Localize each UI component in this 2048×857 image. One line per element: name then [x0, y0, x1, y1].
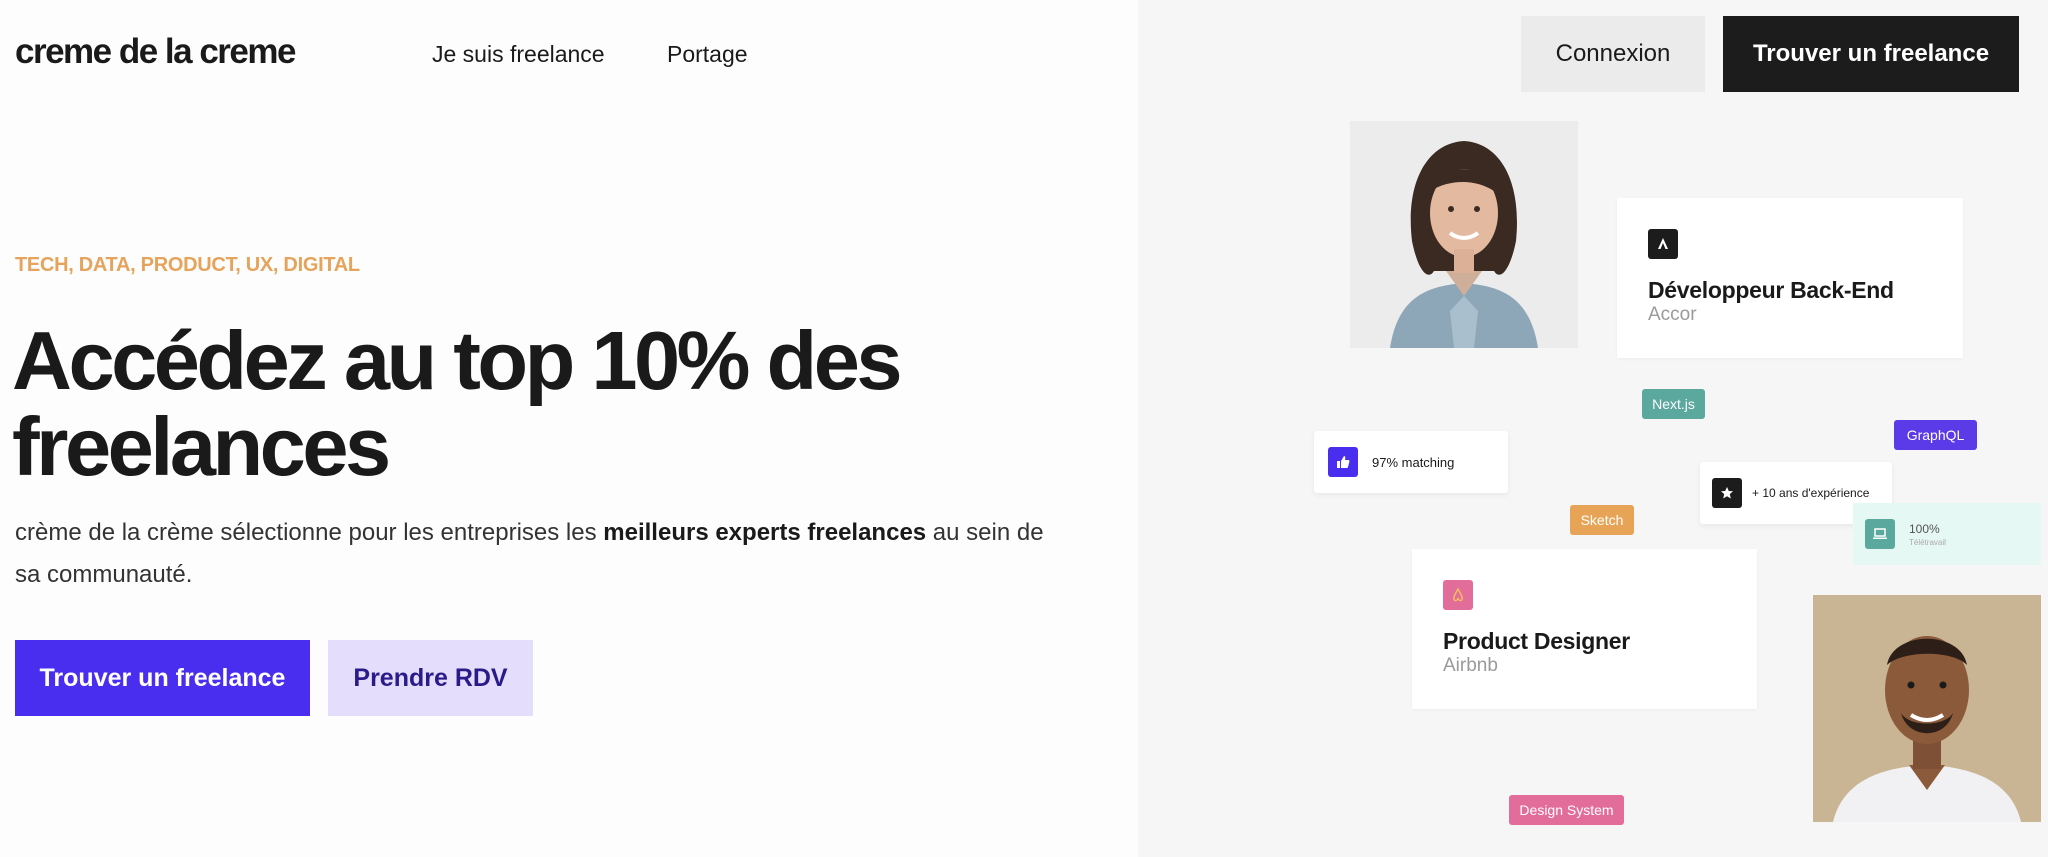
star-icon: [1712, 478, 1742, 508]
tag-nextjs: Next.js: [1642, 389, 1705, 419]
hero-headline-line2: freelances: [12, 400, 391, 493]
remote-badge-label: Télétravail: [1909, 537, 1946, 547]
nav-portage-link[interactable]: Portage: [667, 41, 748, 68]
job-card-designer: Product Designer Airbnb: [1412, 549, 1757, 709]
job-card-backend-company: Accor: [1648, 304, 1697, 325]
tag-design-system: Design System: [1509, 795, 1624, 825]
matching-badge-text: 97% matching: [1372, 454, 1455, 470]
job-card-backend: Développeur Back-End Accor: [1617, 198, 1963, 358]
find-freelance-header-button[interactable]: Trouver un freelance: [1723, 16, 2019, 92]
freelancer-photo-man: [1813, 595, 2041, 822]
brand-logo[interactable]: creme de la creme: [15, 32, 296, 72]
hero-subtitle-bold: meilleurs experts freelances: [603, 519, 927, 546]
remote-badge-value: 100%: [1909, 521, 1940, 536]
job-card-designer-title: Product Designer: [1443, 628, 1630, 654]
job-card-designer-company: Airbnb: [1443, 655, 1498, 676]
login-button[interactable]: Connexion: [1521, 16, 1705, 92]
hero-subtitle: crème de la crème sélectionne pour les e…: [15, 512, 1065, 596]
job-card-backend-title: Développeur Back-End: [1648, 277, 1894, 303]
hero-headline: Accédez au top 10% des freelances: [12, 318, 1012, 490]
hero-headline-line1: Accédez au top 10% des: [12, 314, 903, 407]
freelancer-photo-woman: [1350, 121, 1578, 348]
tag-graphql: GraphQL: [1894, 420, 1977, 450]
laptop-icon: [1865, 519, 1895, 549]
remote-badge: 100% Télétravail: [1853, 503, 2041, 565]
hero-eyebrow: TECH, DATA, PRODUCT, UX, DIGITAL: [15, 254, 360, 276]
find-freelance-button[interactable]: Trouver un freelance: [15, 640, 310, 716]
hero-subtitle-part1: crème de la crème sélectionne pour les e…: [15, 519, 604, 546]
matching-badge: 97% matching: [1314, 431, 1508, 493]
tag-sketch: Sketch: [1570, 505, 1634, 535]
experience-badge-text: + 10 ans d'expérience: [1752, 486, 1870, 500]
accor-logo-icon: [1648, 229, 1678, 259]
book-meeting-button[interactable]: Prendre RDV: [328, 640, 533, 716]
nav-freelance-link[interactable]: Je suis freelance: [432, 41, 605, 68]
airbnb-logo-icon: [1443, 580, 1473, 610]
thumbs-up-icon: [1328, 447, 1358, 477]
